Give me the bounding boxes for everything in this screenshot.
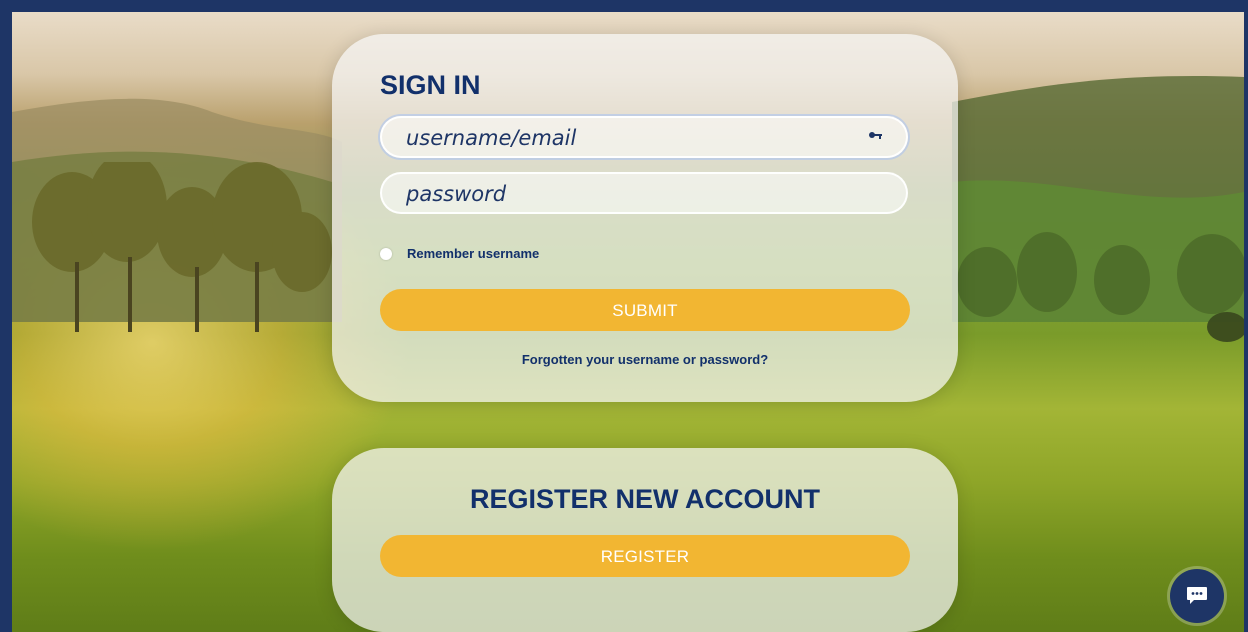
chat-bubble-icon [1187,587,1207,604]
sign-in-card: SIGN IN Remember username SUBMIT Forgott… [332,34,958,402]
password-input[interactable] [404,174,878,214]
password-field[interactable] [380,172,908,214]
register-card: REGISTER NEW ACCOUNT REGISTER [332,448,958,632]
key-icon[interactable] [868,130,884,144]
submit-button[interactable]: SUBMIT [380,289,910,331]
forgot-credentials-link[interactable]: Forgotten your username or password? [332,352,958,367]
username-field[interactable] [380,116,908,158]
chat-button[interactable] [1170,569,1224,623]
register-title: REGISTER NEW ACCOUNT [470,484,820,514]
username-input[interactable] [404,118,878,158]
register-button[interactable]: REGISTER [380,535,910,577]
app-frame: SIGN IN Remember username SUBMIT Forgott… [0,0,1248,632]
remember-username-label[interactable]: Remember username [407,246,539,261]
sign-in-title: SIGN IN [380,70,481,100]
remember-username-checkbox[interactable] [380,248,392,260]
